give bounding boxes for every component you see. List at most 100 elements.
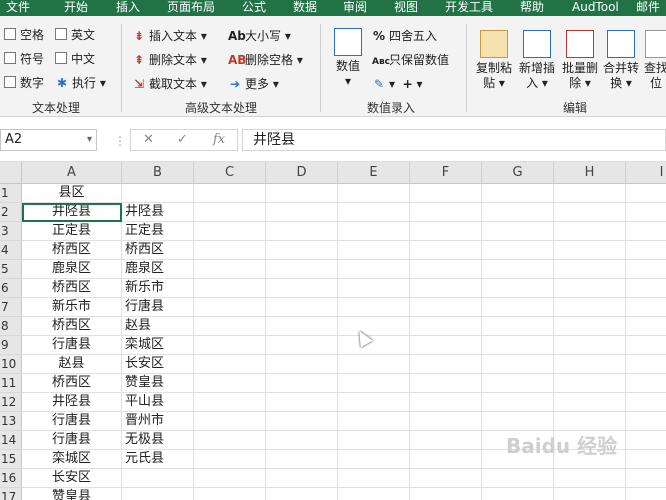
cell-d3[interactable] — [266, 222, 338, 241]
drag-handle-icon[interactable]: ⋮ — [114, 134, 126, 148]
cell-i5[interactable] — [626, 260, 666, 279]
cell-g13[interactable] — [482, 412, 554, 431]
cell-h13[interactable] — [554, 412, 626, 431]
cell-e17[interactable] — [338, 488, 410, 500]
cell-g2[interactable] — [482, 203, 554, 222]
cell-a17[interactable]: 赞皇县 — [22, 488, 122, 500]
cell-a1[interactable]: 县区 — [22, 184, 122, 203]
cell-a8[interactable]: 桥西区 — [22, 317, 122, 336]
cell-c11[interactable] — [194, 374, 266, 393]
cell-d14[interactable] — [266, 431, 338, 450]
column-header-e[interactable]: E — [338, 162, 410, 184]
round-button[interactable]: % 四舍五入 — [372, 28, 437, 44]
cell-g8[interactable] — [482, 317, 554, 336]
delete-text-button[interactable]: ⇞ 删除文本 ▾ — [132, 52, 207, 68]
tab-page-layout[interactable]: 页面布局 — [167, 0, 215, 16]
column-header-d[interactable]: D — [266, 162, 338, 184]
cell-d13[interactable] — [266, 412, 338, 431]
cell-a16[interactable]: 长安区 — [22, 469, 122, 488]
formula-input[interactable]: 井陉县 — [242, 129, 666, 151]
cell-c13[interactable] — [194, 412, 266, 431]
cell-d10[interactable] — [266, 355, 338, 374]
tab-file[interactable]: 文件 — [6, 0, 30, 16]
cell-e13[interactable] — [338, 412, 410, 431]
cell-i8[interactable] — [626, 317, 666, 336]
cell-d11[interactable] — [266, 374, 338, 393]
cell-i7[interactable] — [626, 298, 666, 317]
cell-h11[interactable] — [554, 374, 626, 393]
cell-i11[interactable] — [626, 374, 666, 393]
cell-c3[interactable] — [194, 222, 266, 241]
cell-e2[interactable] — [338, 203, 410, 222]
cell-c9[interactable] — [194, 336, 266, 355]
cell-b10[interactable]: 长安区 — [122, 355, 194, 374]
option-number[interactable]: 数字 — [4, 75, 44, 91]
chevron-down-icon[interactable]: ▾ — [87, 130, 92, 150]
confirm-icon[interactable]: ✓ — [177, 132, 188, 147]
cell-b13[interactable]: 晋州市 — [122, 412, 194, 431]
cell-a9[interactable]: 行唐县 — [22, 336, 122, 355]
cell-i4[interactable] — [626, 241, 666, 260]
cell-g16[interactable] — [482, 469, 554, 488]
extract-text-button[interactable]: ⇲ 截取文本 ▾ — [132, 76, 207, 92]
cell-d5[interactable] — [266, 260, 338, 279]
cell-a15[interactable]: 栾城区 — [22, 450, 122, 469]
column-header-c[interactable]: C — [194, 162, 266, 184]
cell-f3[interactable] — [410, 222, 482, 241]
column-header-i[interactable]: I — [626, 162, 666, 184]
tab-data[interactable]: 数据 — [293, 0, 317, 16]
cell-e1[interactable] — [338, 184, 410, 203]
cell-h4[interactable] — [554, 241, 626, 260]
column-header-a[interactable]: A — [22, 162, 122, 184]
cell-f7[interactable] — [410, 298, 482, 317]
cell-b11[interactable]: 赞皇县 — [122, 374, 194, 393]
cell-c7[interactable] — [194, 298, 266, 317]
cell-g10[interactable] — [482, 355, 554, 374]
cell-c1[interactable] — [194, 184, 266, 203]
option-english[interactable]: 英文 — [55, 27, 95, 43]
row-header[interactable]: 7 — [0, 298, 22, 317]
option-space[interactable]: 空格 — [4, 27, 44, 43]
row-header[interactable]: 13 — [0, 412, 22, 431]
numeric-tool-button[interactable]: ✎ ▾ + ▾ — [372, 76, 423, 92]
cell-f13[interactable] — [410, 412, 482, 431]
cell-b7[interactable]: 行唐县 — [122, 298, 194, 317]
cell-b12[interactable]: 平山县 — [122, 393, 194, 412]
cell-i6[interactable] — [626, 279, 666, 298]
tab-formulas[interactable]: 公式 — [242, 0, 266, 16]
name-box[interactable]: A2 ▾ — [0, 129, 97, 151]
cell-d15[interactable] — [266, 450, 338, 469]
cell-e8[interactable] — [338, 317, 410, 336]
cell-e5[interactable] — [338, 260, 410, 279]
cell-d6[interactable] — [266, 279, 338, 298]
tab-audtool[interactable]: AudTool — [572, 0, 619, 16]
function-icon[interactable]: fx — [213, 132, 225, 147]
cell-i15[interactable] — [626, 450, 666, 469]
cell-f4[interactable] — [410, 241, 482, 260]
cell-h16[interactable] — [554, 469, 626, 488]
row-header[interactable]: 6 — [0, 279, 22, 298]
cell-b8[interactable]: 赵县 — [122, 317, 194, 336]
cell-a5[interactable]: 鹿泉区 — [22, 260, 122, 279]
cell-c16[interactable] — [194, 469, 266, 488]
cell-f14[interactable] — [410, 431, 482, 450]
cell-a6[interactable]: 桥西区 — [22, 279, 122, 298]
row-header[interactable]: 1 — [0, 184, 22, 203]
cell-c12[interactable] — [194, 393, 266, 412]
cell-c8[interactable] — [194, 317, 266, 336]
column-header-f[interactable]: F — [410, 162, 482, 184]
cell-c15[interactable] — [194, 450, 266, 469]
cell-c10[interactable] — [194, 355, 266, 374]
cell-h10[interactable] — [554, 355, 626, 374]
row-header[interactable]: 17 — [0, 488, 22, 500]
cell-g1[interactable] — [482, 184, 554, 203]
cell-g12[interactable] — [482, 393, 554, 412]
cell-f15[interactable] — [410, 450, 482, 469]
cell-e4[interactable] — [338, 241, 410, 260]
cell-b16[interactable] — [122, 469, 194, 488]
tab-view[interactable]: 视图 — [394, 0, 418, 16]
cell-c17[interactable] — [194, 488, 266, 500]
row-header[interactable]: 8 — [0, 317, 22, 336]
cell-d17[interactable] — [266, 488, 338, 500]
cell-h6[interactable] — [554, 279, 626, 298]
